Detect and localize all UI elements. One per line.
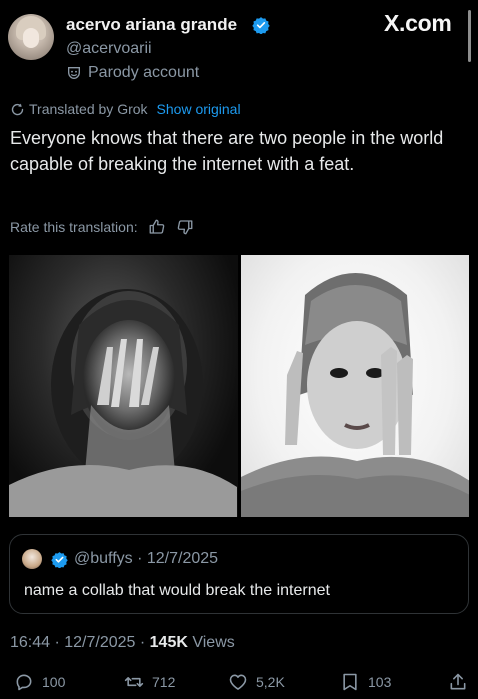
quoted-tweet[interactable]: @buffys · 12/7/2025 name a collab that w… [9,534,469,614]
parody-label-text: Parody account [88,64,200,81]
translation-notice: Translated by Grok Show original [10,101,241,117]
tweet-timestamp: 16:44 · 12/7/2025 · 145K Views [10,634,235,652]
quoted-author-avatar[interactable] [22,549,42,569]
verified-badge-icon [252,17,270,34]
repost-count: 712 [152,674,176,690]
author-display-name[interactable]: acervo ariana grande [66,15,237,35]
views-label: Views [187,634,235,651]
media-photo-left[interactable] [9,255,238,517]
action-bar: 100 712 5,2K 103 [0,672,478,696]
tweet-header: acervo ariana grande @acervoarii Parody … [0,0,478,100]
quoted-meta: @buffys · 12/7/2025 [74,550,219,567]
bookmark-icon [343,673,357,691]
translated-by-label: Translated by Grok [29,101,148,117]
views-count: 145K [149,634,188,651]
thumbs-down-icon[interactable] [176,218,194,236]
tweet-media[interactable] [9,255,469,517]
show-original-link[interactable]: Show original [157,101,241,117]
share-button[interactable] [448,672,468,692]
translate-refresh-icon [11,103,24,115]
reply-icon [16,674,32,691]
repost-icon [124,677,144,687]
bookmark-button[interactable]: 103 [340,672,391,692]
author-avatar[interactable] [8,14,54,60]
scrollbar[interactable] [468,10,471,62]
parody-mask-icon [68,67,80,80]
thumbs-up-icon[interactable] [148,218,166,236]
rate-translation-label: Rate this translation: [10,219,138,235]
quoted-text: name a collab that would break the inter… [24,582,330,599]
time-date[interactable]: 16:44 · 12/7/2025 · [10,634,150,651]
bookmark-count: 103 [368,674,392,690]
verified-badge-icon [51,552,68,568]
repost-button[interactable]: 712 [124,672,175,692]
like-button[interactable]: 5,2K [228,672,285,692]
site-watermark: X.com [384,10,452,36]
parody-account-label: Parody account [66,64,199,82]
author-handle[interactable]: @acervoarii [66,40,152,58]
tweet-text: Everyone knows that there are two people… [10,128,444,174]
rate-translation: Rate this translation: [10,218,194,236]
media-photo-right[interactable] [240,255,469,517]
reply-button[interactable]: 100 [14,672,65,692]
share-icon [450,673,466,690]
like-count: 5,2K [256,674,285,690]
reply-count: 100 [42,674,66,690]
like-icon [229,674,247,690]
